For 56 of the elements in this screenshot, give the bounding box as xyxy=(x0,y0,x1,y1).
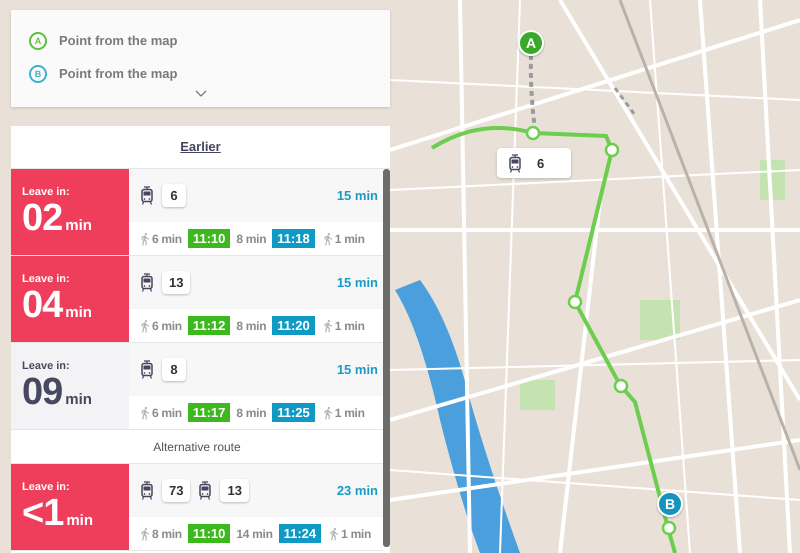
line-number: 6 xyxy=(537,156,544,170)
departure-time: 11:12 xyxy=(188,316,230,335)
walk-time: 1 min xyxy=(334,318,365,332)
line-number: 73 xyxy=(162,479,190,502)
ride-time: 14 min xyxy=(236,526,273,540)
line-number: 6 xyxy=(162,184,186,207)
earlier-link[interactable]: Earlier xyxy=(180,126,221,168)
tram-icon xyxy=(141,273,153,292)
leave-unit: min xyxy=(65,217,92,234)
walk-time: 6 min xyxy=(152,406,182,420)
leave-value: 09 xyxy=(22,372,62,412)
walk-time: 8 min xyxy=(152,526,182,540)
walk-time: 1 min xyxy=(341,526,371,540)
leave-label: Leave in: xyxy=(22,360,71,372)
line-number: 13 xyxy=(220,479,249,502)
arrival-time: 11:24 xyxy=(278,524,322,543)
trip-duration: 15 min xyxy=(336,188,378,203)
leave-label: Leave in: xyxy=(22,186,71,198)
tram-icon xyxy=(199,481,212,500)
chevron-down-icon[interactable] xyxy=(194,90,206,98)
leave-unit: min xyxy=(65,304,92,321)
arrival-time: 11:20 xyxy=(272,316,315,335)
tram-icon xyxy=(141,186,153,205)
departure-time: 11:10 xyxy=(188,524,230,543)
arrival-time: 11:18 xyxy=(272,229,315,248)
walk-time: 6 min xyxy=(152,318,182,332)
point-badge: B xyxy=(29,64,47,82)
line-number: 8 xyxy=(162,358,186,381)
walk-time: 1 min xyxy=(334,232,365,246)
walk-time: 1 min xyxy=(334,406,365,420)
departure-time: 11:10 xyxy=(188,229,230,248)
arrival-time: 11:25 xyxy=(272,403,315,422)
section-heading: Alternative route xyxy=(153,440,241,454)
leave-value: <1 xyxy=(22,493,64,533)
point-badge: A xyxy=(29,32,47,50)
leave-value: 04 xyxy=(22,285,62,325)
trip-duration: 23 min xyxy=(336,483,378,498)
ride-time: 8 min xyxy=(236,318,266,332)
ride-time: 8 min xyxy=(236,232,266,246)
trip-duration: 15 min xyxy=(336,362,378,377)
point-label[interactable]: Point from the map xyxy=(59,33,178,48)
trip-duration: 15 min xyxy=(336,275,378,290)
leave-value: 02 xyxy=(22,198,62,238)
tram-icon xyxy=(141,481,153,500)
leave-label: Leave in: xyxy=(22,273,71,285)
walk-time: 6 min xyxy=(152,232,182,246)
leave-unit: min xyxy=(66,512,93,529)
ride-time: 8 min xyxy=(236,406,266,420)
tram-icon xyxy=(141,360,153,379)
point-label[interactable]: Point from the map xyxy=(59,66,178,81)
line-number: 13 xyxy=(162,271,190,294)
leave-unit: min xyxy=(65,391,92,408)
leave-label: Leave in: xyxy=(22,481,71,493)
scrollbar[interactable] xyxy=(383,169,390,547)
tram-icon xyxy=(509,154,521,172)
departure-time: 11:17 xyxy=(188,403,230,422)
